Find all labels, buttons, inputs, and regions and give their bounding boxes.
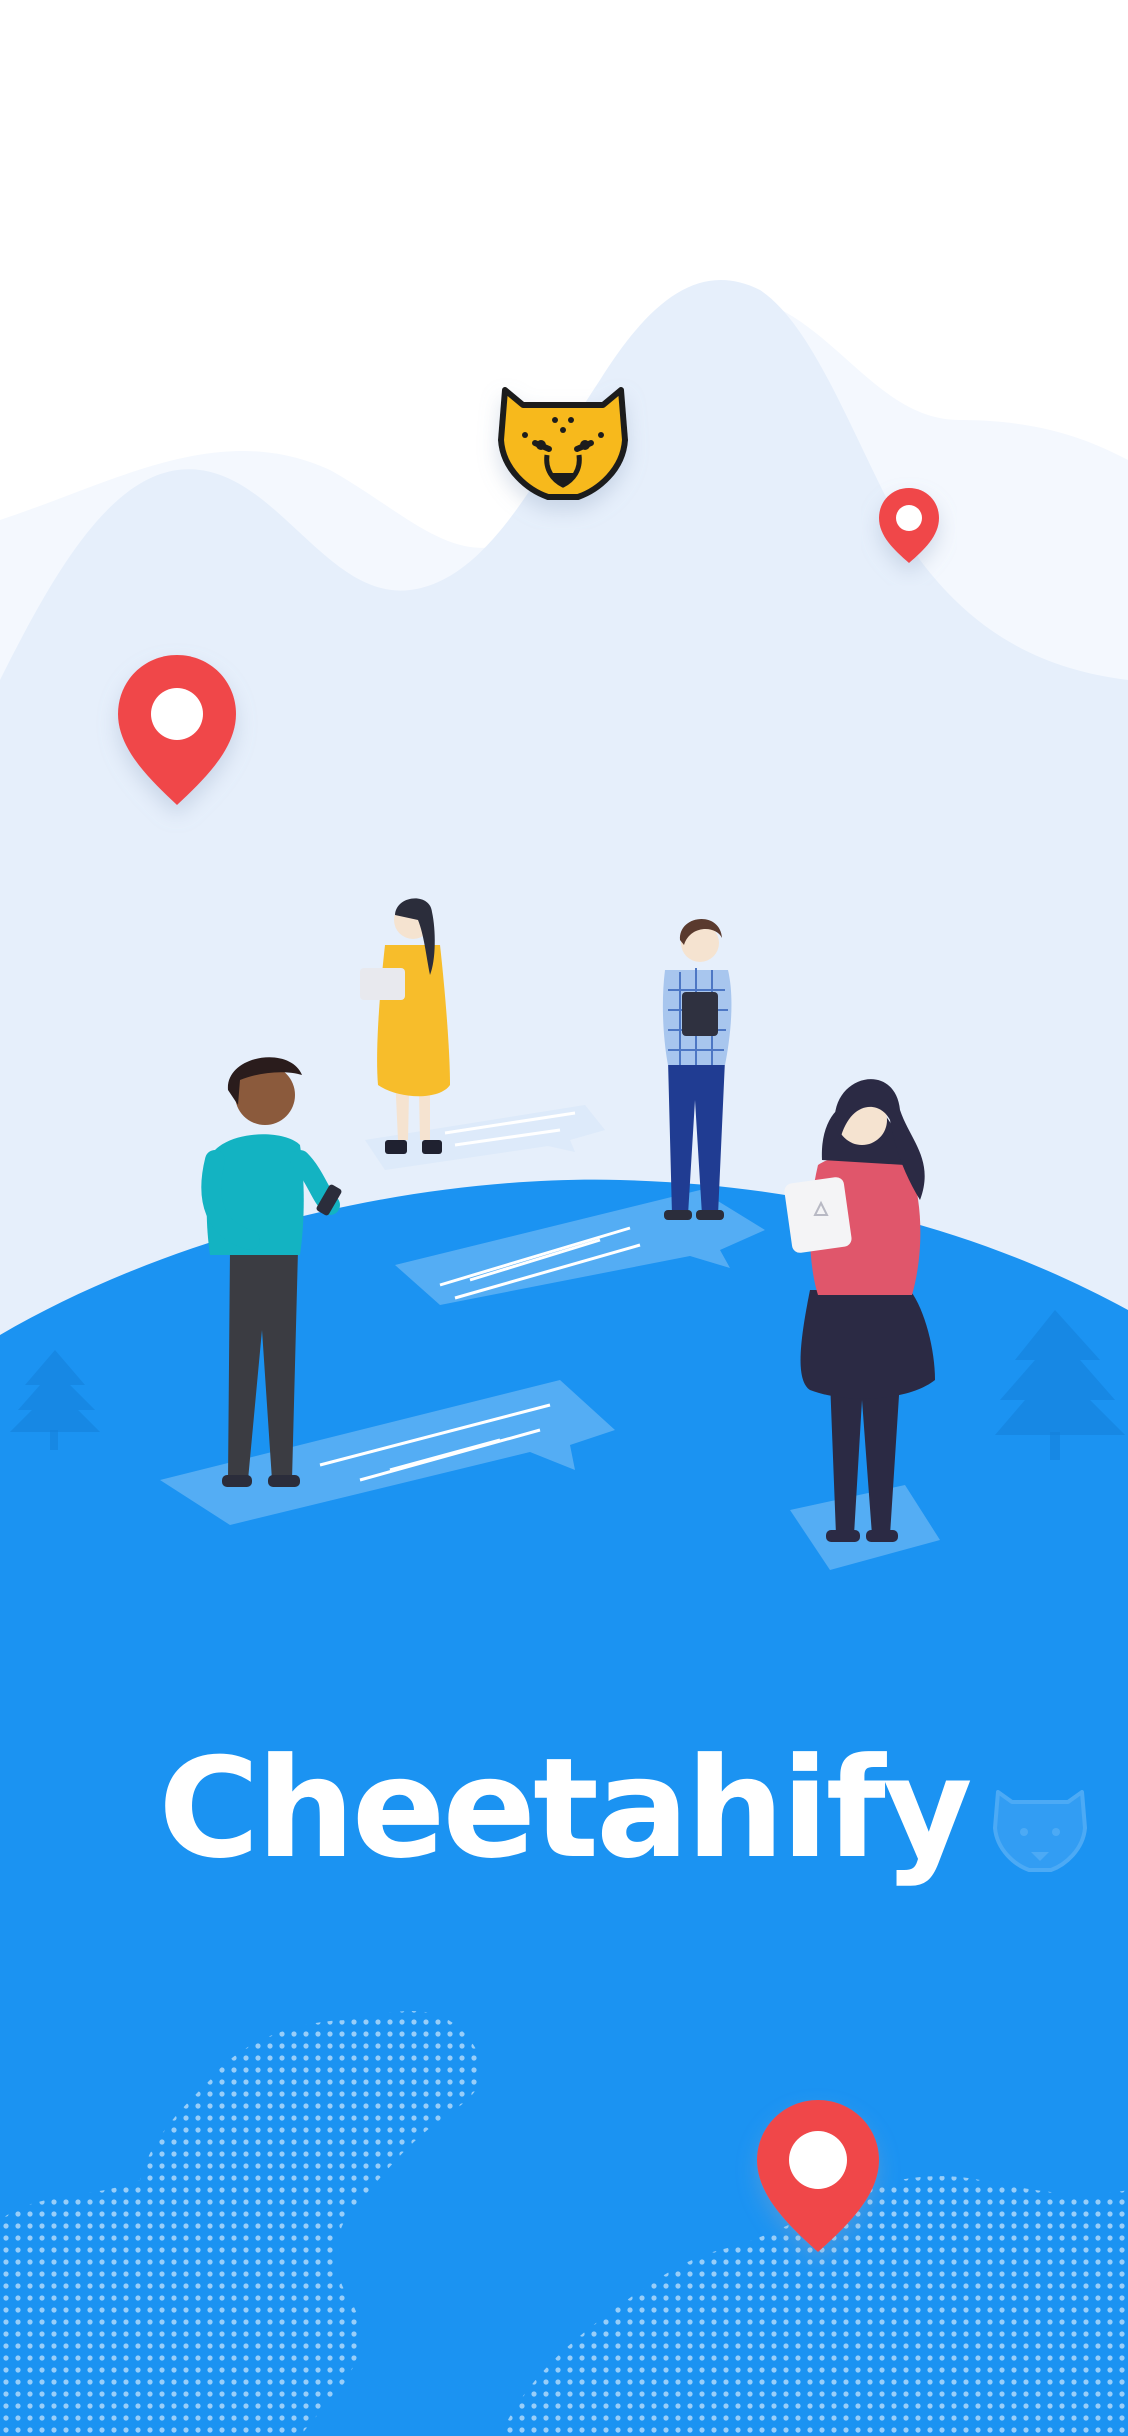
app-title: Cheetahify (158, 1728, 972, 1889)
splash-illustration (0, 0, 1128, 2436)
cheetah-logo-icon (498, 387, 628, 500)
